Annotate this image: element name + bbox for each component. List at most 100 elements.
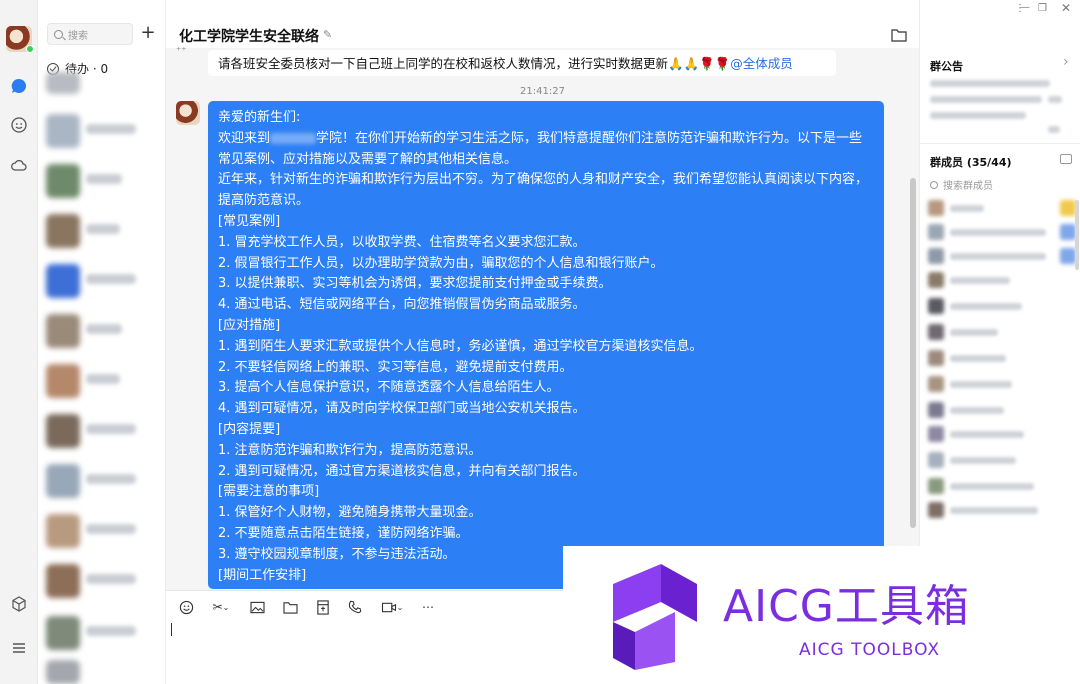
red-packet-icon[interactable] <box>314 599 332 615</box>
member-name <box>950 431 1024 438</box>
members-settings-icon[interactable] <box>1060 154 1072 164</box>
member-item[interactable] <box>928 476 1076 496</box>
message-line: 2. 不要随意点击陌生链接，谨防网络诈骗。 <box>218 525 469 541</box>
member-name <box>950 277 1010 284</box>
conversation-avatar <box>46 164 80 198</box>
member-item[interactable] <box>928 322 1076 342</box>
member-avatar <box>928 452 944 468</box>
watermark-title: AICG工具箱 <box>723 581 970 632</box>
member-name <box>950 407 1004 414</box>
search-input[interactable]: 搜索 <box>47 23 133 45</box>
conversation-avatar <box>46 616 80 650</box>
conversation-item[interactable] <box>46 72 162 98</box>
notice-text-blurred <box>1048 96 1062 103</box>
message-text: 请各班安全委员核对一下自己班上同学的在校和返校人数情况，进行实时数据更新 <box>218 56 669 71</box>
member-item[interactable] <box>928 270 1076 290</box>
text-cursor[interactable] <box>171 623 172 636</box>
conversation-item[interactable] <box>46 310 162 350</box>
member-name <box>950 483 1034 490</box>
notice-text-blurred <box>930 112 1026 119</box>
conversation-item[interactable] <box>46 612 162 652</box>
conversation-name <box>86 124 136 134</box>
emoji-group: 🙏🙏🌹🌹 <box>668 56 731 71</box>
message-bubble[interactable]: 请各班安全委员核对一下自己班上同学的在校和返校人数情况，进行实时数据更新🙏🙏🌹🌹… <box>208 50 836 76</box>
scissors-icon[interactable]: ✂ ⌄ <box>208 599 234 615</box>
contacts-icon[interactable] <box>9 115 29 135</box>
member-avatar <box>928 200 944 216</box>
message-line: 1. 冒充学校工作人员，以收取学费、住宿费等名义要求您汇款。 <box>218 234 586 250</box>
conversation-name <box>86 224 120 234</box>
message-bubble-main[interactable]: 亲爱的新生们: 欢迎来到 学院！在你们开始新的学习生活之际，我们特意提醒你们注意防… <box>208 101 884 589</box>
conversation-name <box>86 524 136 534</box>
restore-icon[interactable]: ❐ <box>1038 3 1047 14</box>
member-list-scrollbar[interactable] <box>1075 200 1079 270</box>
chat-scrollbar[interactable] <box>910 178 916 528</box>
folder-icon[interactable] <box>281 599 299 615</box>
member-item[interactable] <box>928 348 1076 368</box>
member-item[interactable] <box>928 400 1076 420</box>
member-item[interactable] <box>928 296 1076 316</box>
message-line: 4. 遇到可疑情况，请及时向学校保卫部门或当地公安机关报告。 <box>218 401 586 417</box>
member-badge <box>1060 248 1076 264</box>
conversation-item[interactable] <box>46 656 162 684</box>
video-call-icon[interactable]: ⌄ <box>378 599 406 615</box>
message-line: 3. 提高个人信息保护意识，不随意透露个人信息给陌生人。 <box>218 380 560 396</box>
message-line: 1. 保管好个人财物，避免随身携带大量现金。 <box>218 505 482 521</box>
message-paragraph: 近年来，针对新生的诈骗和欺诈行为层出不穷。为了确保您的人身和财产安全，我们希望您… <box>218 172 869 209</box>
close-icon[interactable]: ✕ <box>1061 1 1071 15</box>
conversation-item[interactable] <box>46 460 162 500</box>
member-avatar <box>928 426 944 442</box>
emoji-icon[interactable] <box>177 599 195 615</box>
member-search-input[interactable]: 搜索群成员 <box>930 177 993 192</box>
add-button[interactable]: + <box>138 22 158 44</box>
notice-text-blurred <box>930 80 1050 87</box>
chat-header: 化工学院学生安全联络 ✎ <box>166 0 1060 48</box>
left-rail <box>0 0 38 684</box>
member-avatar <box>928 248 944 264</box>
conversation-name <box>86 374 120 384</box>
image-icon[interactable] <box>248 599 266 615</box>
message-line: [常见案例] <box>218 213 281 229</box>
member-item[interactable] <box>928 246 1076 266</box>
conversation-name <box>86 626 136 636</box>
conversation-item[interactable] <box>46 360 162 400</box>
notice-text-blurred <box>930 96 1042 103</box>
member-item[interactable] <box>928 424 1076 444</box>
member-item[interactable] <box>928 450 1076 470</box>
minimize-icon[interactable]: — <box>1020 2 1030 13</box>
message-text: 欢迎来到 <box>218 130 271 146</box>
member-item[interactable] <box>928 500 1076 520</box>
more-icon[interactable]: ⋯ <box>419 599 437 615</box>
menu-icon[interactable] <box>9 638 29 658</box>
chevron-right-icon[interactable]: › <box>1063 54 1069 70</box>
conversation-item[interactable] <box>46 110 162 150</box>
online-status-dot <box>26 45 34 53</box>
mention-all-link[interactable]: @全体成员 <box>730 56 793 71</box>
sender-avatar[interactable] <box>176 101 200 125</box>
phone-icon[interactable] <box>346 599 364 615</box>
cube-icon[interactable] <box>9 594 29 614</box>
message-line: 2. 不要轻信网络上的兼职、实习等信息，避免提前支付费用。 <box>218 359 573 375</box>
conversation-item[interactable] <box>46 210 162 250</box>
folder-icon[interactable] <box>890 27 908 43</box>
chat-icon[interactable] <box>9 76 29 96</box>
conversation-item[interactable] <box>46 560 162 600</box>
edit-icon[interactable]: ✎ <box>323 28 332 41</box>
notice-text-blurred <box>1048 126 1060 133</box>
message-line: 2. 假冒银行工作人员，以办理助学贷款为由，骗取您的个人信息和银行账户。 <box>218 255 664 271</box>
cloud-icon[interactable] <box>9 155 29 175</box>
conversation-name <box>86 324 122 334</box>
conversation-avatar <box>46 464 80 498</box>
conversation-avatar <box>46 660 80 684</box>
message-line: [需要注意的事项] <box>218 484 320 500</box>
member-item[interactable] <box>928 374 1076 394</box>
member-item[interactable] <box>928 198 1076 218</box>
conversation-item[interactable] <box>46 160 162 200</box>
member-item[interactable] <box>928 222 1076 242</box>
conversation-item[interactable] <box>46 510 162 550</box>
conversation-item[interactable] <box>46 260 162 300</box>
conversation-name <box>86 474 136 484</box>
conversation-item[interactable] <box>46 410 162 450</box>
message-line: 亲爱的新生们: <box>218 110 301 125</box>
search-placeholder: 搜索 <box>68 30 88 42</box>
